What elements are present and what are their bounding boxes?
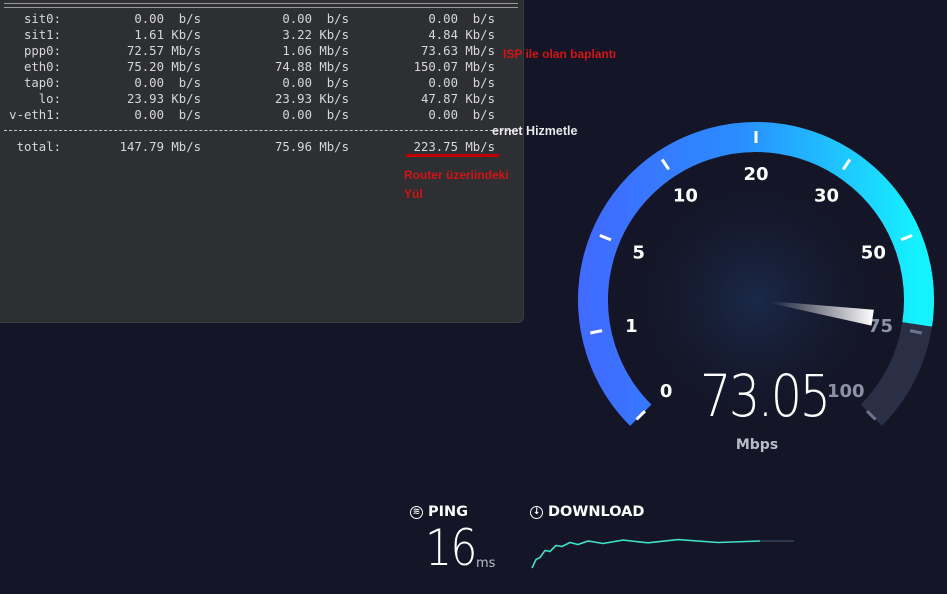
speed-unit: Mbps — [735, 437, 779, 453]
gauge-label: 1 — [625, 316, 638, 337]
speed-gauge: 0151020305075100 — [578, 122, 934, 450]
download-graph — [531, 538, 794, 569]
ping-unit: ms — [476, 556, 496, 571]
ping-icon: ≋ — [410, 505, 423, 519]
gauge-label: 0 — [660, 381, 673, 402]
ping-label: PING — [428, 504, 469, 520]
ping-header: ≋ PING — [410, 504, 468, 520]
gauge-label: 10 — [673, 185, 698, 206]
gauge-label: 50 — [861, 242, 886, 263]
download-header: ↓ DOWNLOAD — [530, 504, 644, 520]
gauge-label: 100 — [827, 381, 865, 402]
download-graph-line — [531, 538, 761, 569]
ping-value: 16 — [425, 519, 477, 577]
speed-value: 73.05 — [700, 362, 831, 430]
gauge-label: 20 — [743, 164, 768, 185]
download-icon: ↓ — [530, 505, 543, 519]
gauge-label: 5 — [632, 242, 645, 263]
download-label: DOWNLOAD — [548, 504, 645, 520]
gauge-label: 30 — [814, 185, 839, 206]
